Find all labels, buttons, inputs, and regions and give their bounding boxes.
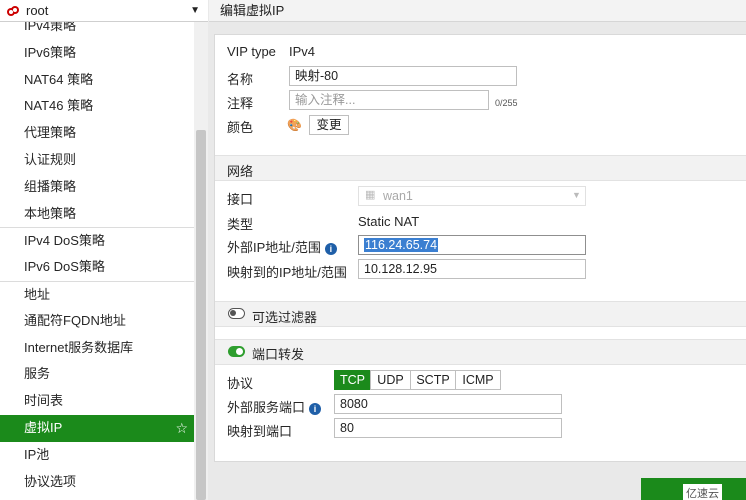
- caret-down-icon[interactable]: ▼: [190, 5, 200, 16]
- mapped-ip-input[interactable]: 10.128.12.95: [358, 259, 586, 279]
- sidebar-item[interactable]: NAT46 策略: [0, 93, 194, 120]
- color-label: 颜色: [227, 120, 254, 135]
- info-icon[interactable]: i: [324, 243, 337, 255]
- port-forward-toggle[interactable]: [228, 346, 245, 357]
- vip-type-label: VIP type: [227, 44, 276, 59]
- protocol-label: 协议: [227, 376, 254, 391]
- sidebar-item-label: 本地策略: [24, 205, 77, 221]
- sidebar-item[interactable]: 组播策略: [0, 174, 194, 201]
- sidebar-item-label: 地址: [24, 286, 51, 302]
- mapped-port-input[interactable]: 80: [334, 418, 562, 438]
- sidebar-item[interactable]: 通配符FQDN地址: [0, 308, 194, 335]
- sidebar-item[interactable]: 认证规则: [0, 147, 194, 174]
- star-icon[interactable]: ☆: [175, 415, 188, 442]
- sidebar-item-label: 组播策略: [24, 178, 77, 194]
- sidebar-item[interactable]: 时间表: [0, 388, 194, 415]
- protocol-tcp[interactable]: TCP: [334, 370, 371, 390]
- cloud-icon: [7, 5, 19, 16]
- color-change-button[interactable]: 变更: [309, 115, 349, 135]
- mapped-port-label: 映射到端口: [227, 424, 293, 439]
- chevron-down-icon: ▼: [572, 190, 581, 200]
- sidebar-item-label: 协议选项: [24, 473, 77, 489]
- sidebar-item-label: Internet服务数据库: [24, 339, 134, 355]
- sidebar-item[interactable]: NAT64 策略: [0, 67, 194, 94]
- sidebar-item[interactable]: 本地策略: [0, 201, 194, 228]
- port-icon: ▦: [365, 189, 376, 201]
- sidebar-menu: IPv4策略 IPv6策略 NAT64 策略 NAT46 策略 代理策略认证规则组播策略…: [0, 22, 194, 500]
- sidebar-item-label: IPv4策略: [24, 22, 77, 33]
- name-input[interactable]: 映射-80: [289, 66, 517, 86]
- protocol-icmp[interactable]: ICMP: [455, 370, 501, 390]
- sidebar-item-label: IPv4 DoS策略: [24, 233, 105, 249]
- sidebar-item-label: 虚拟IP: [24, 419, 63, 435]
- interface-select[interactable]: wan1: [358, 186, 586, 206]
- palette-icon: 🎨: [287, 118, 302, 132]
- network-section-title: 网络: [227, 164, 254, 179]
- sidebar-item[interactable]: IPv6 DoS策略: [0, 254, 194, 281]
- page-title: 编辑虚拟IP: [209, 0, 746, 22]
- comment-label: 注释: [227, 96, 254, 111]
- filter-toggle[interactable]: [228, 308, 245, 319]
- info-icon[interactable]: i: [309, 403, 322, 415]
- sidebar-item-label: IPv6策略: [24, 44, 77, 60]
- vdom-selector[interactable]: root ▼: [0, 0, 208, 22]
- external-port-input[interactable]: 8080: [334, 394, 562, 414]
- sidebar-item[interactable]: 协议选项: [0, 469, 194, 496]
- sidebar-item-label: 代理策略: [24, 125, 77, 141]
- sidebar-item[interactable]: IPv4 DoS策略: [0, 227, 194, 254]
- vdom-label: root: [26, 3, 49, 18]
- sidebar-item-label: IPv6 DoS策略: [24, 259, 105, 275]
- sidebar-item-label: NAT46 策略: [24, 98, 94, 114]
- protocol-sctp[interactable]: SCTP: [410, 370, 456, 390]
- comment-textarea[interactable]: 输入注释...: [289, 90, 489, 110]
- sidebar-item-label: IP池: [24, 446, 50, 462]
- sidebar-item[interactable]: 服务: [0, 361, 194, 388]
- interface-label: 接口: [227, 192, 254, 207]
- comment-counter: 0/255: [495, 98, 518, 108]
- sidebar-item[interactable]: 虚拟IP ☆: [0, 414, 194, 442]
- sidebar-item[interactable]: IP池: [0, 442, 194, 469]
- selected-text: 116.24.65.74: [364, 238, 439, 252]
- sidebar-item-label: 认证规则: [24, 151, 77, 167]
- external-port-label: 外部服务端口 i: [227, 397, 322, 416]
- network-section-header: [215, 155, 746, 181]
- external-ip-input[interactable]: 116.24.65.74: [358, 235, 586, 255]
- external-ip-label: 外部IP地址/范围 i: [227, 237, 337, 256]
- port-forward-section-title: 端口转发: [252, 347, 305, 362]
- sidebar-item-label: NAT64 策略: [24, 71, 94, 87]
- sidebar-item[interactable]: IPv6策略: [0, 40, 194, 67]
- edit-vip-panel: VIP type IPv4 名称 映射-80 注释 输入注释... 0/255 …: [214, 34, 746, 462]
- scrollbar-thumb[interactable]: [196, 130, 206, 500]
- type-label: 类型: [227, 217, 254, 232]
- name-label: 名称: [227, 72, 254, 87]
- sidebar-item[interactable]: 代理策略: [0, 120, 194, 147]
- sidebar-item-label: 通配符FQDN地址: [24, 312, 126, 328]
- sidebar-item[interactable]: 地址: [0, 280, 194, 308]
- vip-type-value: IPv4: [289, 44, 316, 59]
- sidebar: root ▼ IPv4策略 IPv6策略 NAT64 策略 NAT46 策略 代理策略认…: [0, 0, 208, 500]
- filter-section-title: 可选过滤器: [252, 310, 318, 325]
- sidebar-item-label: 服务: [24, 366, 51, 382]
- sidebar-item[interactable]: IPv4策略: [0, 22, 194, 40]
- type-value: Static NAT: [358, 214, 420, 229]
- sidebar-item-label: 时间表: [24, 393, 64, 409]
- mapped-ip-label: 映射到的IP地址/范围: [227, 265, 347, 280]
- protocol-udp[interactable]: UDP: [370, 370, 411, 390]
- sidebar-item[interactable]: Internet服务数据库: [0, 335, 194, 362]
- watermark: 亿速云: [683, 484, 722, 500]
